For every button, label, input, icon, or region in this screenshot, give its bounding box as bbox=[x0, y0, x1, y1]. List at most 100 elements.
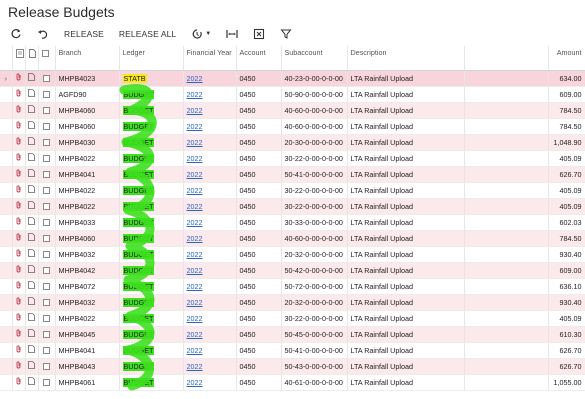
financial-year-link[interactable]: 2022 bbox=[187, 74, 203, 83]
row-select-cell[interactable] bbox=[38, 134, 56, 151]
cell-subaccount[interactable]: 30-22-0-00-0-0-00 bbox=[281, 182, 348, 199]
cell-description[interactable]: LTA Rainfall Upload bbox=[347, 310, 465, 327]
row-selector[interactable] bbox=[0, 214, 13, 231]
row-note-cell[interactable] bbox=[25, 150, 39, 167]
cell-financial-year[interactable]: 2022 bbox=[183, 294, 237, 311]
cell-account[interactable]: 0450 bbox=[236, 358, 282, 375]
row-checkbox[interactable] bbox=[43, 315, 50, 323]
financial-year-link[interactable]: 2022 bbox=[187, 202, 203, 211]
cell-financial-year[interactable]: 2022 bbox=[183, 150, 237, 167]
cell-branch[interactable]: AGFD90 bbox=[55, 86, 120, 103]
cell-branch[interactable]: MHPB4030 bbox=[55, 134, 120, 151]
cell-subaccount[interactable]: 30-22-0-00-0-0-00 bbox=[281, 198, 348, 215]
cell-ledger[interactable]: BUDGET bbox=[119, 150, 184, 167]
cell-subaccount[interactable]: 50-42-0-00-0-0-00 bbox=[281, 262, 348, 279]
financial-year-link[interactable]: 2022 bbox=[187, 266, 203, 275]
row-select-cell[interactable] bbox=[38, 278, 56, 295]
cell-financial-year[interactable]: 2022 bbox=[183, 262, 237, 279]
row-checkbox[interactable] bbox=[43, 139, 50, 147]
cell-amount[interactable]: 626.70 bbox=[548, 342, 585, 359]
row-checkbox[interactable] bbox=[43, 363, 50, 371]
cell-account[interactable]: 0450 bbox=[236, 342, 282, 359]
cell-description[interactable]: LTA Rainfall Upload bbox=[347, 102, 465, 119]
row-checkbox[interactable] bbox=[43, 379, 50, 387]
schedule-dropdown-button[interactable]: ▼ bbox=[187, 26, 215, 42]
cell-ledger[interactable]: BUDGET bbox=[119, 102, 184, 119]
row-note-cell[interactable] bbox=[25, 70, 39, 87]
cell-financial-year[interactable]: 2022 bbox=[183, 214, 237, 231]
row-attachment-cell[interactable] bbox=[12, 358, 26, 375]
cell-amount[interactable]: 636.10 bbox=[548, 278, 585, 295]
row-note-cell[interactable] bbox=[25, 294, 39, 311]
fit-columns-button[interactable] bbox=[222, 26, 242, 42]
row-select-cell[interactable] bbox=[38, 86, 56, 103]
cell-branch[interactable]: MHPB4022 bbox=[55, 310, 120, 327]
cell-financial-year[interactable]: 2022 bbox=[183, 342, 237, 359]
cell-amount[interactable]: 784.50 bbox=[548, 102, 585, 119]
table-row[interactable]: MHPB4045 BUDGET 2022 0450 50-45-0-00-0-0-00 L… bbox=[0, 326, 585, 343]
cell-branch[interactable]: MHPB4060 bbox=[55, 230, 120, 247]
row-select-cell[interactable] bbox=[38, 230, 56, 247]
row-attachment-cell[interactable] bbox=[12, 294, 26, 311]
cell-description[interactable]: LTA Rainfall Upload bbox=[347, 118, 465, 135]
cell-amount[interactable]: 609.00 bbox=[548, 262, 585, 279]
row-attachment-cell[interactable] bbox=[12, 182, 26, 199]
table-row[interactable]: › MHPB4023 STATB 2022 0450 40-23-0-00-0-0-00 L… bbox=[0, 70, 585, 87]
cell-amount[interactable]: 626.70 bbox=[548, 358, 585, 375]
row-checkbox[interactable] bbox=[43, 107, 50, 115]
row-attachment-cell[interactable] bbox=[12, 86, 26, 103]
row-select-cell[interactable] bbox=[38, 166, 56, 183]
cell-financial-year[interactable]: 2022 bbox=[183, 358, 237, 375]
row-note-cell[interactable] bbox=[25, 118, 39, 135]
row-select-cell[interactable] bbox=[38, 342, 56, 359]
row-checkbox[interactable] bbox=[43, 219, 50, 227]
cell-account[interactable]: 0450 bbox=[236, 326, 282, 343]
cell-account[interactable]: 0450 bbox=[236, 294, 282, 311]
row-selector[interactable] bbox=[0, 182, 13, 199]
table-row[interactable]: MHPB4030 BUDGET 2022 0450 20-30-0-00-0-0-00 L… bbox=[0, 134, 585, 151]
cell-description[interactable]: LTA Rainfall Upload bbox=[347, 262, 465, 279]
cell-ledger[interactable]: BUDGET bbox=[119, 358, 184, 375]
cell-ledger[interactable]: BUDGET bbox=[119, 246, 184, 263]
row-note-cell[interactable] bbox=[25, 278, 39, 295]
select-all-checkbox[interactable] bbox=[41, 49, 49, 57]
cell-branch[interactable]: MHPB4022 bbox=[55, 150, 120, 167]
cell-branch[interactable]: MHPB4045 bbox=[55, 326, 120, 343]
cell-subaccount[interactable]: 50-43-0-00-0-0-00 bbox=[281, 358, 348, 375]
cell-description[interactable]: LTA Rainfall Upload bbox=[347, 294, 465, 311]
row-selector[interactable] bbox=[0, 294, 13, 311]
row-selector[interactable] bbox=[0, 166, 13, 183]
column-header-account[interactable]: Account bbox=[236, 46, 282, 71]
row-note-cell[interactable] bbox=[25, 214, 39, 231]
cell-ledger[interactable]: BUDGET bbox=[119, 166, 184, 183]
financial-year-link[interactable]: 2022 bbox=[187, 106, 203, 115]
row-note-cell[interactable] bbox=[25, 198, 39, 215]
row-select-cell[interactable] bbox=[38, 294, 56, 311]
row-selector[interactable] bbox=[0, 150, 13, 167]
row-checkbox[interactable] bbox=[43, 187, 50, 195]
cell-amount[interactable]: 1,048.90 bbox=[548, 134, 585, 151]
cell-subaccount[interactable]: 20-32-0-00-0-0-00 bbox=[281, 294, 348, 311]
cell-ledger[interactable]: BUDGET bbox=[119, 86, 184, 103]
row-note-cell[interactable] bbox=[25, 262, 39, 279]
row-select-cell[interactable] bbox=[38, 326, 56, 343]
cell-financial-year[interactable]: 2022 bbox=[183, 230, 237, 247]
financial-year-link[interactable]: 2022 bbox=[187, 282, 203, 291]
cell-description[interactable]: LTA Rainfall Upload bbox=[347, 230, 465, 247]
financial-year-link[interactable]: 2022 bbox=[187, 154, 203, 163]
row-attachment-cell[interactable] bbox=[12, 342, 26, 359]
cell-financial-year[interactable]: 2022 bbox=[183, 278, 237, 295]
cell-amount[interactable]: 634.00 bbox=[548, 70, 585, 87]
table-row[interactable]: MHPB4041 BUDGET 2022 0450 50-41-0-00-0-0-00 L… bbox=[0, 166, 585, 183]
column-header-subaccount[interactable]: Subaccount bbox=[281, 46, 348, 71]
cell-amount[interactable]: 405.09 bbox=[548, 150, 585, 167]
financial-year-link[interactable]: 2022 bbox=[187, 314, 203, 323]
financial-year-link[interactable]: 2022 bbox=[187, 346, 203, 355]
cell-amount[interactable]: 610.30 bbox=[548, 326, 585, 343]
row-note-cell[interactable] bbox=[25, 230, 39, 247]
cell-branch[interactable]: MHPB4023 bbox=[55, 70, 120, 87]
release-button[interactable]: RELEASE bbox=[60, 26, 108, 42]
cell-ledger[interactable]: BUDGET bbox=[119, 342, 184, 359]
cell-ledger[interactable]: BUDGET bbox=[119, 118, 184, 135]
cell-subaccount[interactable]: 50-45-0-00-0-0-00 bbox=[281, 326, 348, 343]
